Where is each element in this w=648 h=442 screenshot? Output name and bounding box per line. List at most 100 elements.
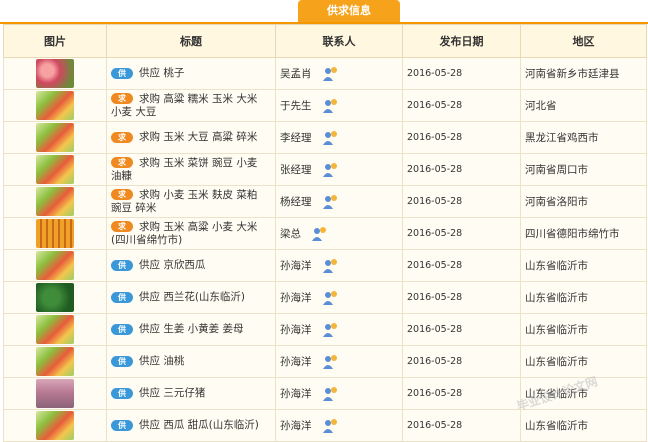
product-thumbnail[interactable] bbox=[36, 219, 74, 248]
listing-title-link[interactable]: 供应 西瓜 甜瓜(山东临沂) bbox=[139, 419, 259, 431]
product-thumbnail[interactable] bbox=[36, 59, 74, 88]
contact-name: 孙海洋 bbox=[280, 323, 312, 336]
table-row[interactable]: 供供应 西瓜 甜瓜(山东临沂) 孙海洋 2016-05-28 山东省临沂市 bbox=[3, 409, 647, 442]
region: 黑龙江省鸡西市 bbox=[520, 121, 647, 154]
publish-date: 2016-05-28 bbox=[402, 121, 521, 154]
region: 山东省临沂市 bbox=[520, 249, 647, 282]
region: 山东省临沂市 bbox=[520, 345, 647, 378]
supply-demand-table: 图片 标题 联系人 发布日期 地区 供供应 桃子 吴孟肖 2016-05-28 河南省… bbox=[3, 24, 647, 442]
table-row[interactable]: 求求购 玉米 菜饼 豌豆 小麦 油糠 张经理 2016-05-28 河南省周口市 bbox=[3, 153, 647, 186]
user-chat-icon[interactable] bbox=[322, 290, 338, 306]
product-thumbnail[interactable] bbox=[36, 91, 74, 120]
user-chat-icon[interactable] bbox=[322, 194, 338, 210]
table-row[interactable]: 求求购 玉米 高粱 小麦 大米 (四川省绵竹市) 梁总 2016-05-28 四川省德… bbox=[3, 217, 647, 250]
publish-date: 2016-05-28 bbox=[402, 89, 521, 122]
publish-date: 2016-05-28 bbox=[402, 377, 521, 410]
product-thumbnail[interactable] bbox=[36, 123, 74, 152]
type-badge: 求 bbox=[111, 221, 133, 232]
user-chat-icon[interactable] bbox=[322, 162, 338, 178]
type-badge: 求 bbox=[111, 131, 133, 143]
tab-supply-demand[interactable]: 供求信息 bbox=[298, 0, 400, 22]
publish-date: 2016-05-28 bbox=[402, 185, 521, 218]
region: 河北省 bbox=[520, 89, 647, 122]
product-thumbnail[interactable] bbox=[36, 379, 74, 408]
listing-title-link[interactable]: 求购 玉米 高粱 小麦 大米 (四川省绵竹市) bbox=[111, 221, 257, 246]
contact-name: 孙海洋 bbox=[280, 259, 312, 272]
region: 山东省临沂市 bbox=[520, 409, 647, 442]
contact-name: 孙海洋 bbox=[280, 419, 312, 432]
user-chat-icon[interactable] bbox=[322, 386, 338, 402]
table-row[interactable]: 供供应 西兰花(山东临沂) 孙海洋 2016-05-28 山东省临沂市 bbox=[3, 281, 647, 314]
user-chat-icon[interactable] bbox=[311, 226, 327, 242]
type-badge: 供 bbox=[111, 419, 133, 431]
contact-name: 杨经理 bbox=[280, 195, 312, 208]
column-header-title: 标题 bbox=[106, 24, 276, 58]
contact-name: 吴孟肖 bbox=[280, 67, 312, 80]
publish-date: 2016-05-28 bbox=[402, 313, 521, 346]
user-chat-icon[interactable] bbox=[322, 258, 338, 274]
product-thumbnail[interactable] bbox=[36, 155, 74, 184]
table-row[interactable]: 供供应 生姜 小黄姜 姜母 孙海洋 2016-05-28 山东省临沂市 bbox=[3, 313, 647, 346]
contact-name: 孙海洋 bbox=[280, 355, 312, 368]
listing-title-link[interactable]: 供应 油桃 bbox=[139, 355, 184, 367]
contact-name: 孙海洋 bbox=[280, 387, 312, 400]
table-row[interactable]: 供供应 油桃 孙海洋 2016-05-28 山东省临沂市 bbox=[3, 345, 647, 378]
region: 四川省德阳市绵竹市 bbox=[520, 217, 647, 250]
type-badge: 求 bbox=[111, 189, 133, 200]
type-badge: 供 bbox=[111, 355, 133, 367]
column-header-region: 地区 bbox=[520, 24, 647, 58]
listing-title-link[interactable]: 供应 生姜 小黄姜 姜母 bbox=[139, 323, 244, 335]
contact-name: 李经理 bbox=[280, 131, 312, 144]
table-row[interactable]: 求求购 小麦 玉米 麸皮 菜粕 豌豆 碎米 杨经理 2016-05-28 河南省洛阳市 bbox=[3, 185, 647, 218]
listing-title-link[interactable]: 供应 桃子 bbox=[139, 67, 184, 79]
type-badge: 供 bbox=[111, 259, 133, 271]
listing-title-link[interactable]: 求购 高粱 糯米 玉米 大米 小麦 大豆 bbox=[111, 93, 257, 118]
publish-date: 2016-05-28 bbox=[402, 249, 521, 282]
user-chat-icon[interactable] bbox=[322, 418, 338, 434]
product-thumbnail[interactable] bbox=[36, 187, 74, 216]
publish-date: 2016-05-28 bbox=[402, 281, 521, 314]
listing-title-link[interactable]: 求购 玉米 大豆 高粱 碎米 bbox=[139, 131, 257, 143]
publish-date: 2016-05-28 bbox=[402, 217, 521, 250]
user-chat-icon[interactable] bbox=[322, 322, 338, 338]
listing-title-link[interactable]: 求购 玉米 菜饼 豌豆 小麦 油糠 bbox=[111, 157, 257, 182]
product-thumbnail[interactable] bbox=[36, 347, 74, 376]
region: 山东省临沂市 bbox=[520, 313, 647, 346]
table-row[interactable]: 求求购 高粱 糯米 玉米 大米 小麦 大豆 于先生 2016-05-28 河北省 bbox=[3, 89, 647, 122]
user-chat-icon[interactable] bbox=[322, 130, 338, 146]
type-badge: 供 bbox=[111, 323, 133, 335]
table-row[interactable]: 供供应 京欣西瓜 孙海洋 2016-05-28 山东省临沂市 bbox=[3, 249, 647, 282]
table-row[interactable]: 供供应 三元仔猪 孙海洋 2016-05-28 山东省临沂市 bbox=[3, 377, 647, 410]
user-chat-icon[interactable] bbox=[322, 354, 338, 370]
table-row[interactable]: 供供应 桃子 吴孟肖 2016-05-28 河南省新乡市廷津县 bbox=[3, 57, 647, 90]
product-thumbnail[interactable] bbox=[36, 411, 74, 440]
listing-title-link[interactable]: 求购 小麦 玉米 麸皮 菜粕 豌豆 碎米 bbox=[111, 189, 257, 214]
table-row[interactable]: 求求购 玉米 大豆 高粱 碎米 李经理 2016-05-28 黑龙江省鸡西市 bbox=[3, 121, 647, 154]
publish-date: 2016-05-28 bbox=[402, 409, 521, 442]
user-chat-icon[interactable] bbox=[322, 98, 338, 114]
product-thumbnail[interactable] bbox=[36, 251, 74, 280]
table-header-row: 图片 标题 联系人 发布日期 地区 bbox=[3, 24, 647, 58]
type-badge: 供 bbox=[111, 291, 133, 303]
publish-date: 2016-05-28 bbox=[402, 345, 521, 378]
type-badge: 供 bbox=[111, 67, 133, 79]
column-header-contact: 联系人 bbox=[275, 24, 403, 58]
contact-name: 梁总 bbox=[280, 227, 301, 240]
column-header-date: 发布日期 bbox=[402, 24, 521, 58]
type-badge: 供 bbox=[111, 387, 133, 399]
type-badge: 求 bbox=[111, 157, 133, 168]
contact-name: 张经理 bbox=[280, 163, 312, 176]
product-thumbnail[interactable] bbox=[36, 315, 74, 344]
region: 山东省临沂市 bbox=[520, 281, 647, 314]
user-chat-icon[interactable] bbox=[322, 66, 338, 82]
listing-title-link[interactable]: 供应 京欣西瓜 bbox=[139, 259, 205, 271]
tab-bar: 供求信息 bbox=[0, 0, 648, 24]
product-thumbnail[interactable] bbox=[36, 283, 74, 312]
listing-title-link[interactable]: 供应 西兰花(山东临沂) bbox=[139, 291, 245, 303]
publish-date: 2016-05-28 bbox=[402, 57, 521, 90]
region: 山东省临沂市 bbox=[520, 377, 647, 410]
column-header-image: 图片 bbox=[3, 24, 107, 58]
region: 河南省新乡市廷津县 bbox=[520, 57, 647, 90]
region: 河南省周口市 bbox=[520, 153, 647, 186]
listing-title-link[interactable]: 供应 三元仔猪 bbox=[139, 387, 205, 399]
